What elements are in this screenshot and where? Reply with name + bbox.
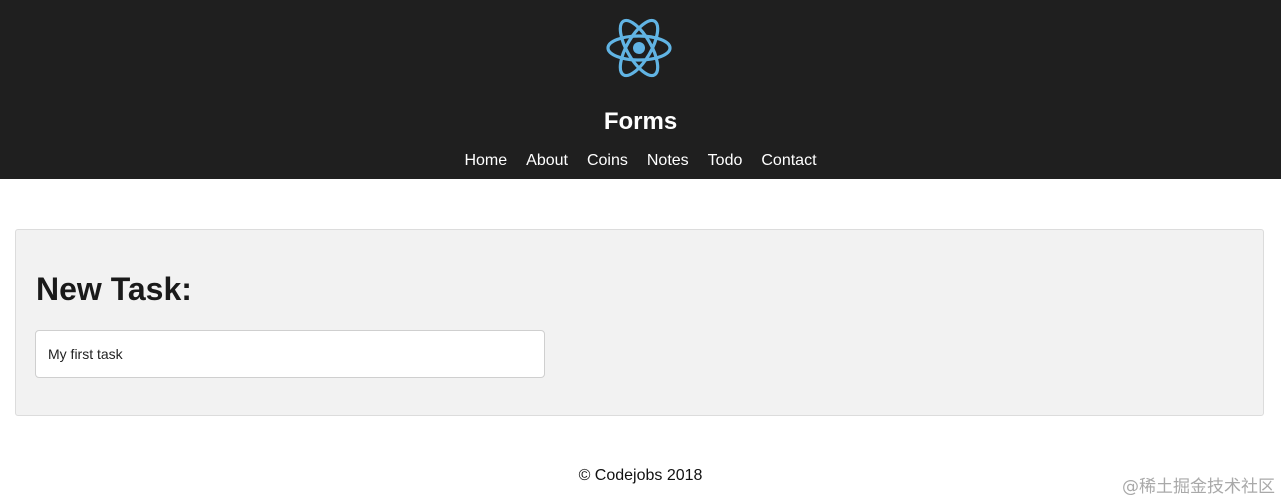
watermark: @稀土掘金技术社区 [1122,477,1275,497]
nav-link-notes[interactable]: Notes [647,150,689,172]
nav-link-coins[interactable]: Coins [587,150,628,172]
app-title: Forms [603,108,678,135]
nav-link-todo[interactable]: Todo [708,150,743,172]
nav-link-home[interactable]: Home [464,150,507,172]
main-nav: Home About Coins Notes Todo Contact [0,150,1281,172]
react-logo-icon [606,18,672,78]
app-header: Forms Home About Coins Notes Todo Contac… [0,0,1281,179]
new-task-panel: New Task: [15,229,1264,416]
nav-link-contact[interactable]: Contact [761,150,816,172]
nav-link-about[interactable]: About [526,150,568,172]
new-task-heading: New Task: [36,271,192,307]
task-input[interactable] [35,330,545,378]
footer-copyright: © Codejobs 2018 [578,467,703,484]
